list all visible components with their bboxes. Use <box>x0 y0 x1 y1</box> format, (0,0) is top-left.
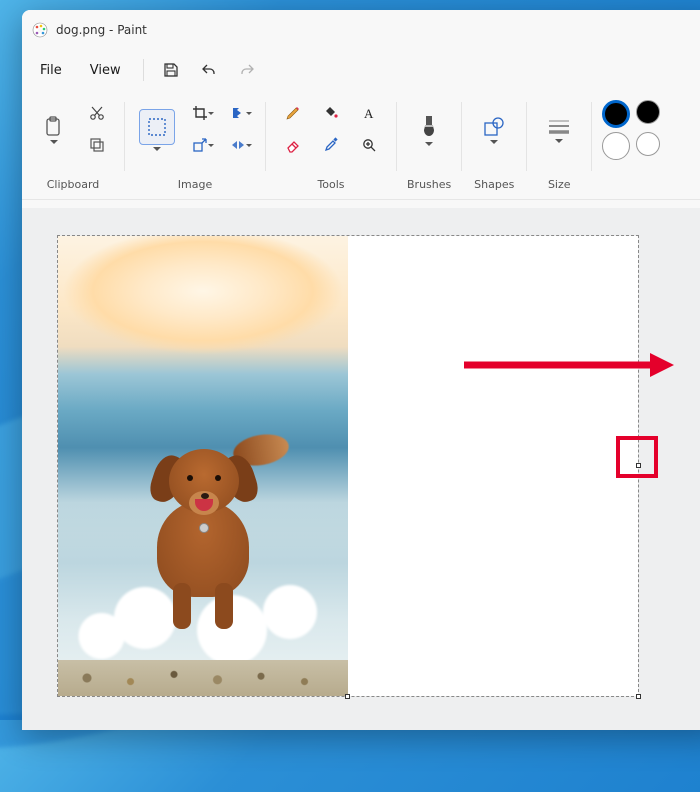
chevron-down-icon <box>153 147 161 152</box>
eraser-icon <box>285 137 301 153</box>
group-image-label: Image <box>178 172 212 199</box>
size-icon <box>547 117 571 137</box>
shapes-button[interactable] <box>472 98 516 162</box>
resize-icon <box>192 137 208 153</box>
redo-button[interactable] <box>230 55 264 85</box>
chevron-down-icon <box>425 142 433 147</box>
group-size: Size <box>531 98 587 199</box>
flip-button[interactable] <box>221 130 255 160</box>
canvas-resize-handle-corner[interactable] <box>636 694 641 699</box>
crop-icon <box>192 105 208 121</box>
group-brushes-label: Brushes <box>407 172 451 199</box>
window-title: dog.png - Paint <box>56 23 147 37</box>
rotate-button[interactable] <box>221 98 255 128</box>
group-tools-label: Tools <box>317 172 344 199</box>
menu-separator <box>143 59 144 81</box>
pencil-icon <box>285 105 301 121</box>
group-clipboard-label: Clipboard <box>47 172 100 199</box>
redo-icon <box>239 62 255 78</box>
color-black-swatch[interactable] <box>636 100 660 124</box>
chevron-down-icon <box>50 140 58 145</box>
titlebar: dog.png - Paint <box>22 10 700 50</box>
flip-icon <box>230 137 246 153</box>
group-image: Image <box>129 98 261 199</box>
eraser-tool[interactable] <box>276 130 310 160</box>
canvas-area <box>22 208 700 730</box>
paste-icon <box>44 116 64 138</box>
pencil-tool[interactable] <box>276 98 310 128</box>
copy-button[interactable] <box>80 130 114 160</box>
select-rect-icon <box>139 109 175 145</box>
save-button[interactable] <box>154 55 188 85</box>
rotate-icon <box>230 105 246 121</box>
menu-file[interactable]: File <box>28 57 74 84</box>
svg-text:A: A <box>364 106 374 121</box>
group-colors <box>596 98 660 199</box>
canvas-resize-handle-bottom[interactable] <box>345 694 350 699</box>
save-icon <box>163 62 179 78</box>
group-shapes-label: Shapes <box>474 172 514 199</box>
paint-window: dog.png - Paint File View <box>22 10 700 730</box>
group-tools: A Tools <box>270 98 392 199</box>
brushes-button[interactable] <box>407 98 451 162</box>
group-shapes: Shapes <box>466 98 522 199</box>
cut-icon <box>89 105 105 121</box>
color-white-swatch[interactable] <box>636 132 660 156</box>
ribbon: Clipboard <box>22 90 700 200</box>
select-button[interactable] <box>135 98 179 162</box>
annotation-arrow <box>464 350 674 380</box>
chevron-down-icon <box>490 140 498 145</box>
paint-app-icon <box>32 22 48 38</box>
menu-view[interactable]: View <box>78 57 133 84</box>
size-button[interactable] <box>537 98 581 162</box>
paste-button[interactable] <box>32 98 76 162</box>
menubar: File View <box>22 50 700 90</box>
cut-button[interactable] <box>80 98 114 128</box>
fill-icon <box>323 105 339 121</box>
brush-icon <box>419 114 439 140</box>
group-clipboard: Clipboard <box>26 98 120 199</box>
resize-button[interactable] <box>183 130 217 160</box>
paint-canvas[interactable] <box>58 236 638 696</box>
color-picker-icon <box>323 137 339 153</box>
magnifier-tool[interactable] <box>352 130 386 160</box>
text-icon: A <box>361 105 377 121</box>
color-1-swatch[interactable] <box>602 100 630 128</box>
group-brushes: Brushes <box>401 98 457 199</box>
annotation-highlight-box <box>616 436 658 478</box>
chevron-down-icon <box>555 139 563 144</box>
undo-button[interactable] <box>192 55 226 85</box>
crop-button[interactable] <box>183 98 217 128</box>
color-2-swatch[interactable] <box>602 132 630 160</box>
canvas-image <box>58 236 348 696</box>
group-size-label: Size <box>548 172 571 199</box>
copy-icon <box>89 137 105 153</box>
text-tool[interactable]: A <box>352 98 386 128</box>
magnifier-icon <box>361 137 377 153</box>
undo-icon <box>201 62 217 78</box>
fill-tool[interactable] <box>314 98 348 128</box>
color-picker-tool[interactable] <box>314 130 348 160</box>
shapes-icon <box>482 116 506 138</box>
